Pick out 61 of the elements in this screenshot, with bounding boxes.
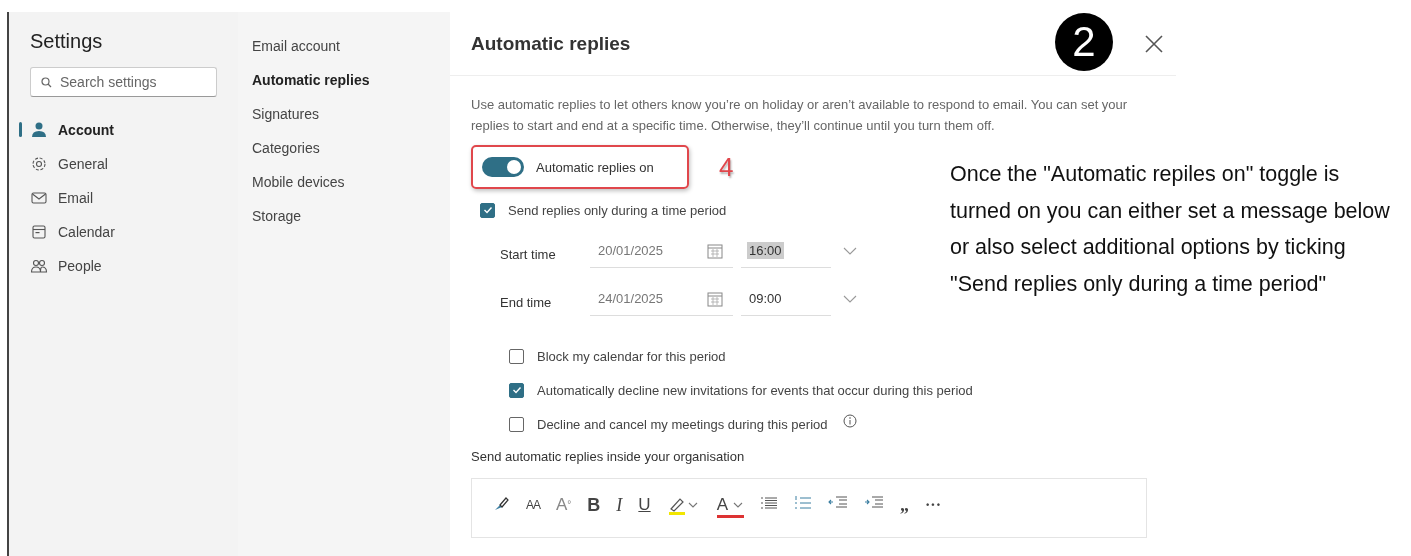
increase-indent-icon[interactable]: [864, 495, 884, 509]
checkbox[interactable]: [509, 382, 524, 398]
toggle-label: Automatic replies on: [536, 159, 654, 175]
mail-icon: [30, 189, 48, 207]
person-icon: [30, 121, 48, 139]
close-icon[interactable]: [1145, 34, 1163, 53]
checkbox[interactable]: [509, 348, 524, 364]
toggle-switch[interactable]: [482, 157, 524, 177]
date-field[interactable]: 24/01/2025: [590, 282, 733, 316]
time-label: Start time: [500, 246, 557, 262]
checkbox[interactable]: [509, 416, 524, 432]
step-number: 4: [719, 151, 734, 183]
checkbox[interactable]: [480, 202, 495, 218]
time-dropdown[interactable]: 09:00: [741, 282, 831, 316]
checkbox-label: Block my calendar for this period: [537, 348, 726, 364]
more-button[interactable]: ···: [925, 495, 941, 515]
submenu-item[interactable]: Signatures: [251, 105, 450, 139]
description-text: Use automatic replies to let others know you’re on holiday or aren’t available to respond to email. You can set your replies to start and end at a specific time. Otherwise, they’ll continue until you turn them off.: [471, 96, 1129, 135]
submenu-item[interactable]: Automatic replies: [251, 71, 450, 105]
underline-button[interactable]: U: [638, 495, 651, 515]
nav-item[interactable]: Calendar: [19, 215, 209, 249]
italic-button[interactable]: I: [616, 495, 623, 515]
superscript-button[interactable]: A$^{°}$: [556, 495, 572, 515]
quote-button[interactable]: „: [900, 495, 909, 515]
chevron-down-icon[interactable]: [843, 247, 857, 255]
calendar-icon: [30, 223, 48, 241]
annotation-text: Once the "Automatic repiles on" toggle is turned on you can either set a message below or also select additional options by ticking "Send replies only during a time period": [950, 161, 1391, 298]
search-field[interactable]: Search settings: [30, 67, 217, 97]
nav-item[interactable]: Account: [19, 113, 209, 147]
chevron-down-icon[interactable]: [843, 295, 857, 303]
calendar-icon: [707, 242, 723, 259]
search-icon: [41, 77, 52, 88]
font-color-button[interactable]: A: [716, 495, 744, 518]
checkbox-label: Automatically decline new invitations for events that occur during this period: [537, 382, 973, 398]
submenu-item[interactable]: Storage: [251, 207, 450, 241]
section-heading: Send automatic replies inside your organisation: [471, 449, 746, 464]
date-field[interactable]: 20/01/2025: [590, 234, 733, 268]
caret-icon[interactable]: [732, 501, 744, 509]
time-label: End time: [500, 294, 553, 310]
submenu-item[interactable]: Mobile devices: [251, 173, 450, 207]
bullet-list-icon[interactable]: [760, 495, 778, 511]
info-icon[interactable]: [842, 414, 857, 428]
people-icon: [30, 257, 48, 275]
time-dropdown[interactable]: 16:00: [741, 234, 831, 268]
font-size-button[interactable]: AA: [526, 495, 540, 515]
nav-item[interactable]: People: [19, 249, 209, 283]
calendar-icon: [707, 290, 723, 307]
submenu-item[interactable]: Categories: [251, 139, 450, 173]
checkbox-label: Decline and cancel my meetings during this period: [537, 416, 828, 432]
panel-title: Automatic replies: [471, 32, 632, 55]
check-icon: [511, 385, 522, 395]
nav-item[interactable]: Email: [19, 181, 209, 215]
decrease-indent-icon[interactable]: [828, 495, 848, 509]
submenu-item[interactable]: Email account: [251, 37, 450, 71]
gear-icon: [30, 155, 48, 173]
bold-button[interactable]: B: [587, 495, 601, 515]
step-badge: 2: [1055, 12, 1113, 71]
settings-title: Settings: [30, 30, 104, 53]
checkbox-label: Send replies only during a time period: [508, 202, 727, 218]
nav-item[interactable]: General: [19, 147, 209, 181]
check-icon: [482, 205, 493, 215]
